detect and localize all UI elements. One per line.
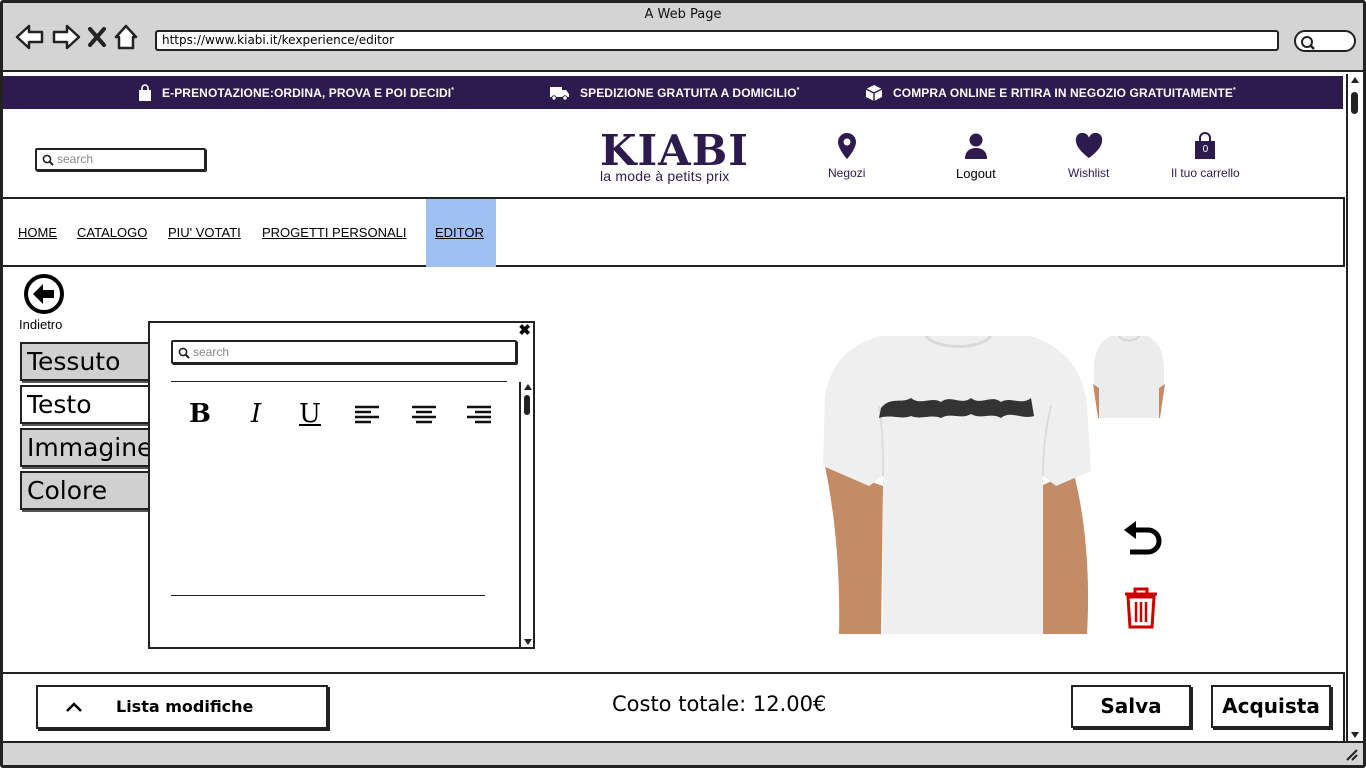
tshirt-preview-image[interactable]: [821, 336, 1094, 634]
scroll-up-icon[interactable]: [1349, 74, 1361, 86]
search-icon: [42, 154, 54, 166]
search-icon: [1301, 36, 1315, 50]
search-placeholder: search: [193, 345, 230, 359]
underline-button[interactable]: U: [295, 399, 325, 429]
scrollbar-thumb[interactable]: [1351, 92, 1358, 114]
align-right-button[interactable]: [464, 399, 494, 429]
promo-strip: E-PRENOTAZIONE:ORDINA, PROVA E POI DECID…: [3, 76, 1343, 109]
promo-item: E-PRENOTAZIONE:ORDINA, PROVA E POI DECID…: [138, 76, 454, 109]
browser-search[interactable]: [1294, 30, 1356, 52]
save-button[interactable]: Salva: [1071, 685, 1191, 728]
changes-list-button[interactable]: Lista modifiche: [36, 685, 328, 729]
cart-icon-wrap: 0: [1193, 132, 1217, 160]
tool-tab-tessuto[interactable]: Tessuto: [20, 342, 160, 381]
cart-label: Il tuo carrello: [1171, 166, 1240, 180]
promo-mark: *: [796, 86, 800, 94]
search-placeholder: search: [57, 152, 94, 166]
tool-tab-colore[interactable]: Colore: [20, 471, 160, 510]
kiabi-logo[interactable]: KIABI la mode à petits prix: [600, 126, 750, 185]
browser-status-bar: [3, 741, 1363, 765]
trash-icon: [1125, 587, 1157, 629]
close-icon[interactable]: ✖: [518, 323, 531, 339]
menu-item-progetti-personali[interactable]: PROGETTI PERSONALI: [253, 199, 415, 267]
delete-button[interactable]: [1122, 585, 1160, 634]
shopping-bag-icon: [139, 83, 151, 101]
wishlist-label: Wishlist: [1068, 166, 1110, 180]
tool-tab-immagine[interactable]: Immagine: [20, 428, 160, 467]
arrow-left-circle-icon: [24, 274, 64, 314]
home-icon[interactable]: [113, 23, 139, 51]
total-cost: Costo totale: 12.00€: [612, 692, 827, 716]
align-center-button[interactable]: [409, 399, 439, 429]
divider: [171, 595, 485, 596]
search-icon: [178, 347, 190, 359]
stores-label: Negozi: [828, 166, 866, 180]
tool-tab-testo[interactable]: Testo: [20, 385, 160, 424]
menu-item-catalogo[interactable]: CATALOGO: [68, 199, 156, 267]
package-box-icon: [865, 84, 883, 101]
site-search-input[interactable]: search: [35, 148, 206, 171]
panel-search-input[interactable]: search: [171, 340, 517, 364]
browser-titlebar: A Web Page https://www.kiabi.it/kexperie…: [3, 3, 1363, 72]
cart-link[interactable]: 0 Il tuo carrello: [1171, 132, 1240, 180]
align-left-icon: [355, 405, 379, 424]
resize-grip-icon[interactable]: [1345, 748, 1359, 762]
scroll-up-icon[interactable]: [522, 382, 534, 392]
map-pin-icon: [837, 133, 856, 159]
scroll-down-icon[interactable]: [1349, 729, 1361, 741]
promo-item: SPEDIZIONE GRATUITA A DOMICILIO*: [550, 76, 799, 109]
wishlist-link[interactable]: Wishlist: [1068, 132, 1109, 180]
promo-item: COMPRA ONLINE E RITIRA IN NEGOZIO GRATUI…: [865, 76, 1236, 109]
logout-link[interactable]: Logout: [956, 132, 996, 181]
align-left-button[interactable]: [352, 399, 382, 429]
delivery-truck-icon: [550, 86, 569, 101]
back-label: Indietro: [19, 317, 63, 332]
stores-link[interactable]: Negozi: [828, 132, 865, 180]
window-title: A Web Page: [644, 7, 722, 22]
undo-button[interactable]: [1122, 520, 1162, 567]
stop-icon[interactable]: [87, 25, 107, 49]
undo-icon: [1124, 521, 1162, 555]
promo-mark: *: [451, 86, 455, 94]
url-bar[interactable]: https://www.kiabi.it/kexperience/editor: [155, 30, 1279, 51]
changes-list-label: Lista modifiche: [116, 697, 254, 716]
promo-mark: *: [1233, 86, 1236, 94]
page-scrollbar[interactable]: [1346, 74, 1361, 741]
browser-nav: [15, 23, 139, 51]
menu-item-home[interactable]: HOME: [9, 199, 66, 267]
chevron-up-icon: [66, 702, 82, 712]
promo-label: COMPRA ONLINE E RITIRA IN NEGOZIO GRATUI…: [893, 85, 1234, 100]
promo-label: SPEDIZIONE GRATUITA A DOMICILIO: [580, 85, 797, 100]
scrollbar-thumb[interactable]: [524, 395, 530, 415]
forward-arrow-icon[interactable]: [51, 23, 81, 51]
logout-label: Logout: [956, 166, 996, 181]
main-menu: HOME CATALOGO PIU' VOTATI PROGETTI PERSO…: [3, 197, 1345, 267]
bold-button[interactable]: B: [185, 399, 215, 429]
menu-item-piu-votati[interactable]: PIU' VOTATI: [159, 199, 250, 267]
scroll-down-icon[interactable]: [522, 637, 534, 647]
logo-tagline: la mode à petits prix: [600, 168, 730, 184]
back-button[interactable]: [23, 273, 65, 320]
logo-word: KIABI: [600, 126, 749, 175]
back-arrow-icon[interactable]: [15, 23, 45, 51]
menu-item-editor[interactable]: EDITOR: [426, 199, 496, 267]
panel-scrollbar[interactable]: [519, 382, 533, 647]
italic-button[interactable]: I: [241, 399, 271, 429]
align-right-icon: [467, 405, 491, 424]
promo-label: E-PRENOTAZIONE:ORDINA, PROVA E POI DECID…: [162, 85, 452, 100]
text-panel: ✖ search B I U: [148, 321, 535, 649]
heart-icon: [1075, 132, 1102, 158]
tshirt-thumbnail-image[interactable]: [1093, 336, 1165, 418]
divider: [171, 381, 507, 382]
cart-count-badge: 0: [1202, 144, 1209, 155]
buy-button[interactable]: Acquista: [1211, 685, 1331, 728]
align-center-icon: [412, 405, 436, 424]
user-icon: [964, 133, 987, 159]
